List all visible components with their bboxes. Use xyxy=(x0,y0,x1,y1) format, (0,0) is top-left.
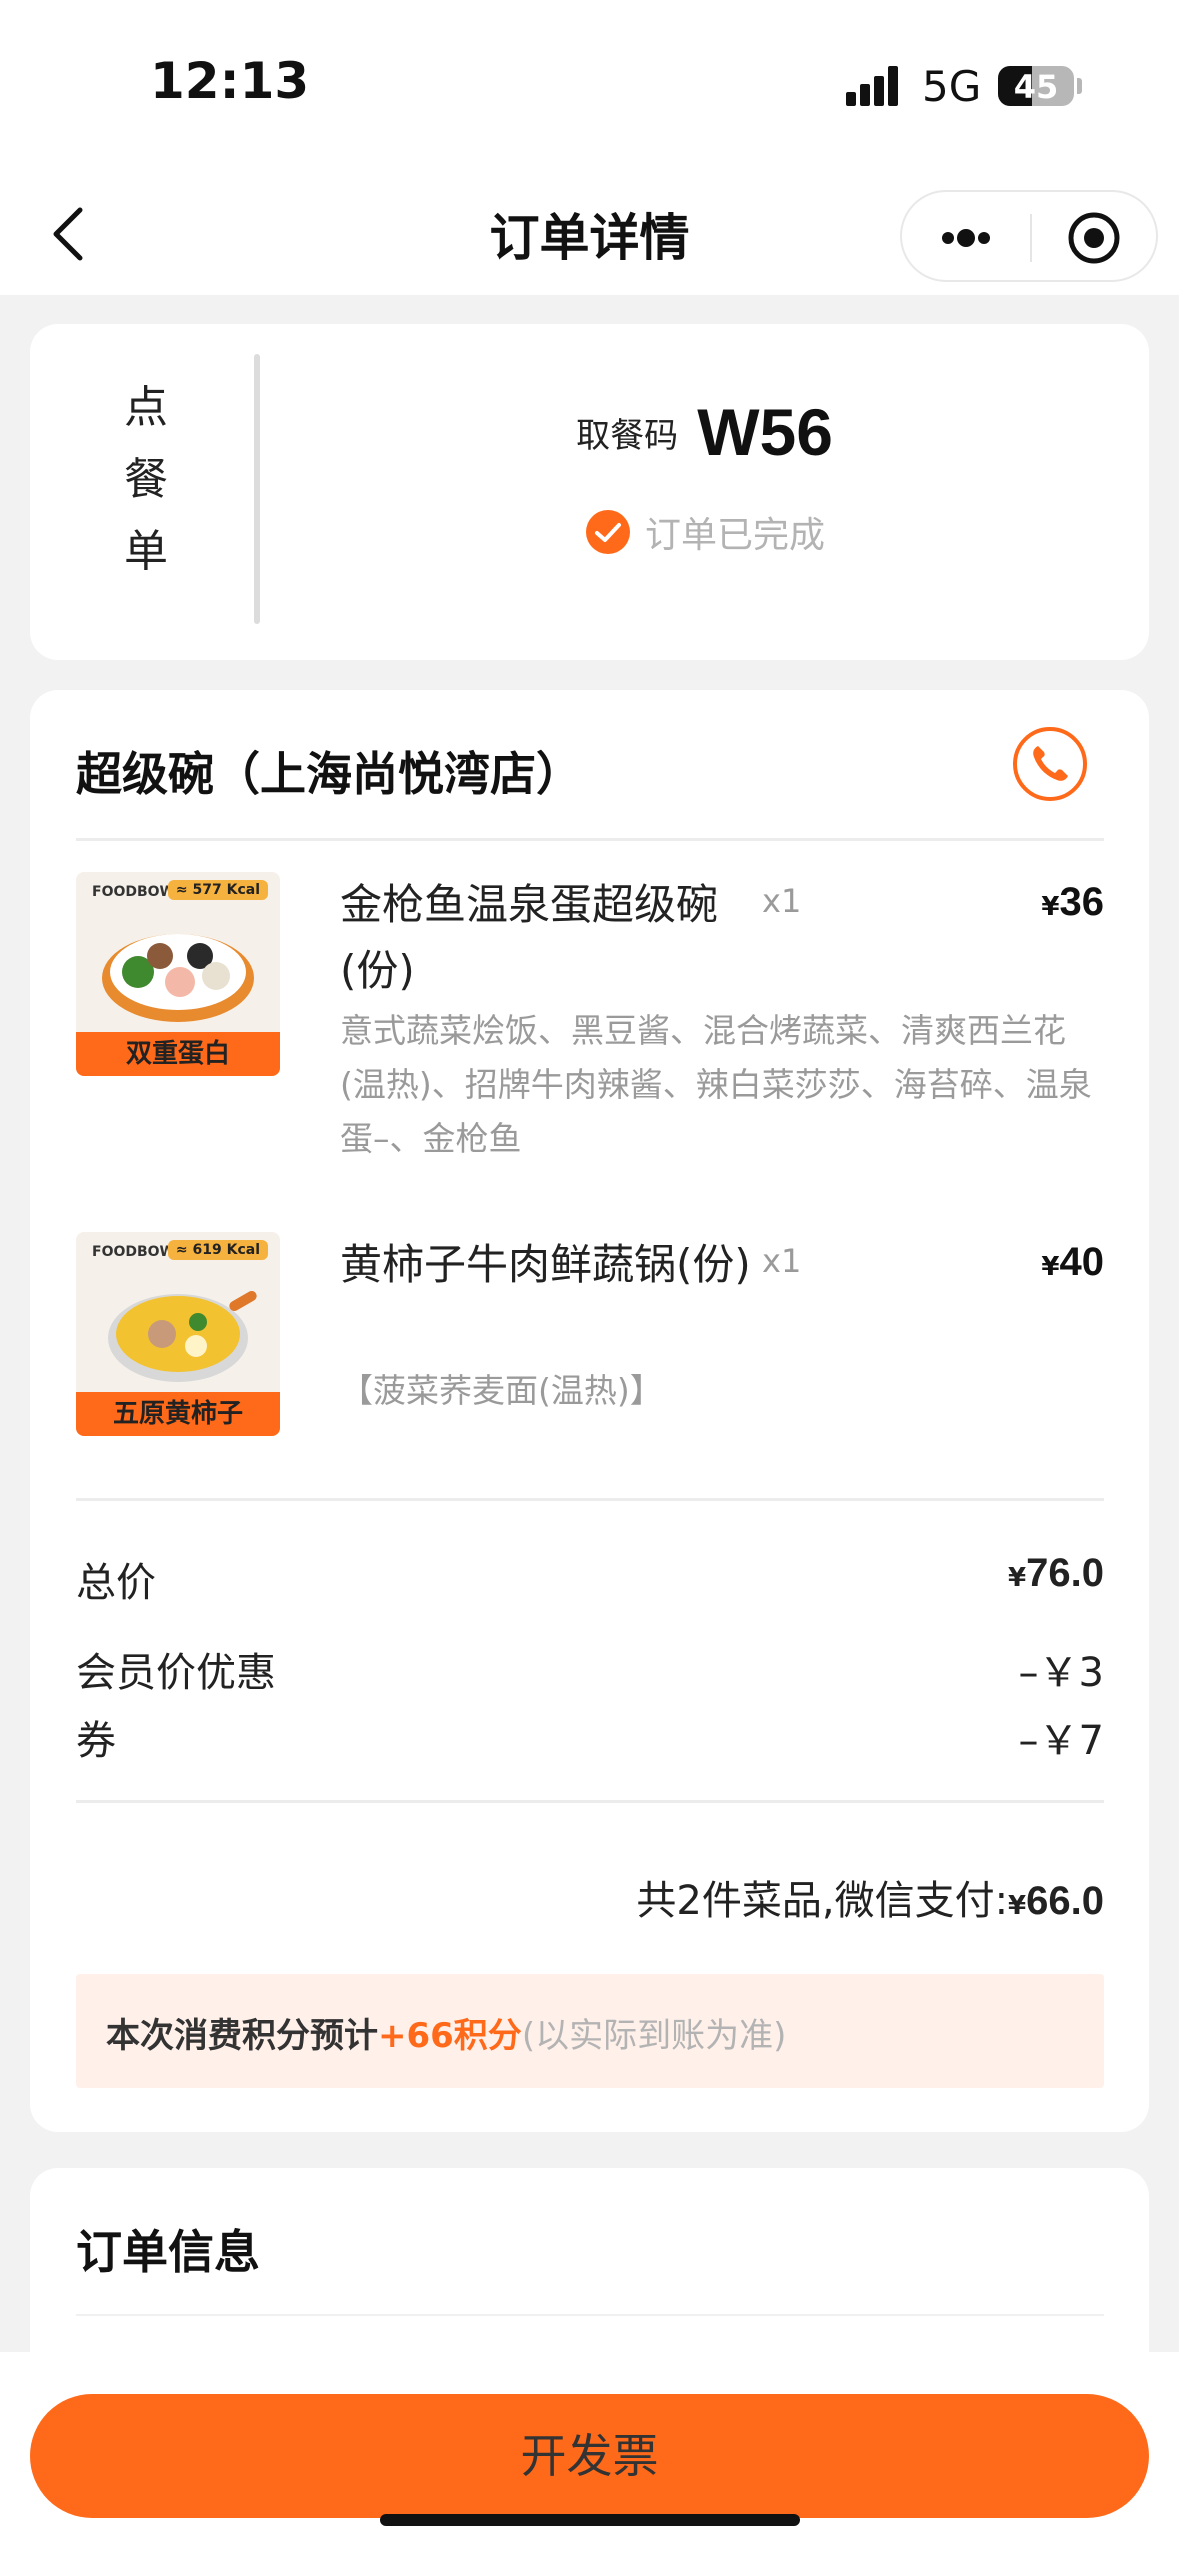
member-discount-value: –￥3 xyxy=(1018,1650,1104,1696)
more-icon[interactable] xyxy=(936,214,996,262)
check-circle-icon xyxy=(585,510,630,554)
order-status-row: 订单已完成 xyxy=(260,506,1149,558)
member-discount-label: 会员价优惠 xyxy=(76,1650,276,1696)
item-image-tag: 五原黄柿子 xyxy=(76,1392,280,1436)
divider xyxy=(76,1498,1104,1501)
battery-icon: 45 xyxy=(998,66,1074,106)
miniprogram-capsule xyxy=(900,190,1158,282)
nav-bar: 订单详情 xyxy=(0,170,1179,295)
payment-summary: 共2件菜品,微信支付:¥66.0 xyxy=(636,1878,1104,1924)
battery-level: 45 xyxy=(1013,68,1059,106)
item-price: ¥40 xyxy=(1041,1240,1104,1284)
points-amount: +66积分 xyxy=(378,2016,522,2056)
divider xyxy=(76,1800,1104,1803)
signal-icon xyxy=(846,66,900,106)
food-bowl-illustration xyxy=(102,934,254,1022)
total-value: ¥76.0 xyxy=(1008,1551,1104,1595)
item-description: 【菠菜荞麦面(温热)】 xyxy=(340,1371,663,1410)
order-info-title: 订单信息 xyxy=(76,2225,260,2279)
pickup-code: W56 xyxy=(697,395,833,469)
order-card: 超级碗（上海尚悦湾店） FOODBOWL ≈ 577 Kcal 双重蛋白 金枪鱼… xyxy=(30,690,1149,2132)
pickup-code-label: 取餐码 xyxy=(576,415,679,456)
capsule-divider xyxy=(1030,214,1032,262)
close-miniprogram-icon[interactable] xyxy=(1066,210,1122,266)
item-image: FOODBOWL ≈ 577 Kcal 双重蛋白 xyxy=(76,872,280,1076)
payment-amount: 66.0 xyxy=(1026,1879,1104,1923)
pickup-card: 点 餐 单 取餐码 W56 订单已完成 xyxy=(30,324,1149,660)
home-indicator xyxy=(380,2514,800,2526)
total-label: 总价 xyxy=(76,1560,156,1606)
status-time: 12:13 xyxy=(150,52,310,110)
item-quantity: x1 xyxy=(762,882,802,920)
points-banner: 本次消费积分预计+66积分(以实际到账为准) xyxy=(76,1974,1104,2088)
order-type-label: 点 餐 单 xyxy=(124,382,168,577)
status-bar: 12:13 5G 45 xyxy=(0,0,1179,170)
item-quantity: x1 xyxy=(762,1242,802,1280)
order-item: FOODBOWL ≈ 619 Kcal 五原黄柿子 黄柿子牛肉鲜蔬锅(份) x1… xyxy=(76,1232,1104,1442)
invoice-button[interactable]: 开发票 xyxy=(30,2394,1149,2518)
item-image-kcal: ≈ 577 Kcal xyxy=(167,880,268,900)
coupon-value: –￥7 xyxy=(1018,1718,1104,1764)
pickup-code-row: 取餐码 W56 xyxy=(260,394,1149,470)
item-description: 意式蔬菜烩饭、黑豆酱、混合烤蔬菜、清爽西兰花(温热)、招牌牛肉辣酱、辣白菜莎莎、… xyxy=(340,1011,1092,1158)
item-name: 黄柿子牛肉鲜蔬锅(份) xyxy=(340,1240,751,1289)
coupon-label: 券 xyxy=(76,1718,116,1764)
item-image-kcal: ≈ 619 Kcal xyxy=(167,1240,268,1260)
item-image: FOODBOWL ≈ 619 Kcal 五原黄柿子 xyxy=(76,1232,280,1436)
item-image-tag: 双重蛋白 xyxy=(76,1032,280,1076)
hotpot-illustration xyxy=(108,1291,257,1382)
order-item: FOODBOWL ≈ 577 Kcal 双重蛋白 金枪鱼温泉蛋超级碗(份) x1… xyxy=(76,872,1104,1172)
divider xyxy=(76,838,1104,841)
divider xyxy=(76,2314,1104,2316)
phone-icon[interactable] xyxy=(1012,726,1088,802)
item-name: 金枪鱼温泉蛋超级碗(份) xyxy=(340,880,719,995)
points-text: 本次消费积分预计+66积分(以实际到账为准) xyxy=(106,2016,787,2056)
order-status: 订单已完成 xyxy=(645,515,826,556)
network-type: 5G xyxy=(922,62,982,111)
points-note: (以实际到账为准) xyxy=(521,2016,787,2056)
payment-label: 共2件菜品,微信支付: xyxy=(636,1878,1009,1924)
battery-tip xyxy=(1077,78,1082,94)
store-name: 超级碗（上海尚悦湾店） xyxy=(76,747,582,801)
item-price: ¥36 xyxy=(1041,880,1104,924)
